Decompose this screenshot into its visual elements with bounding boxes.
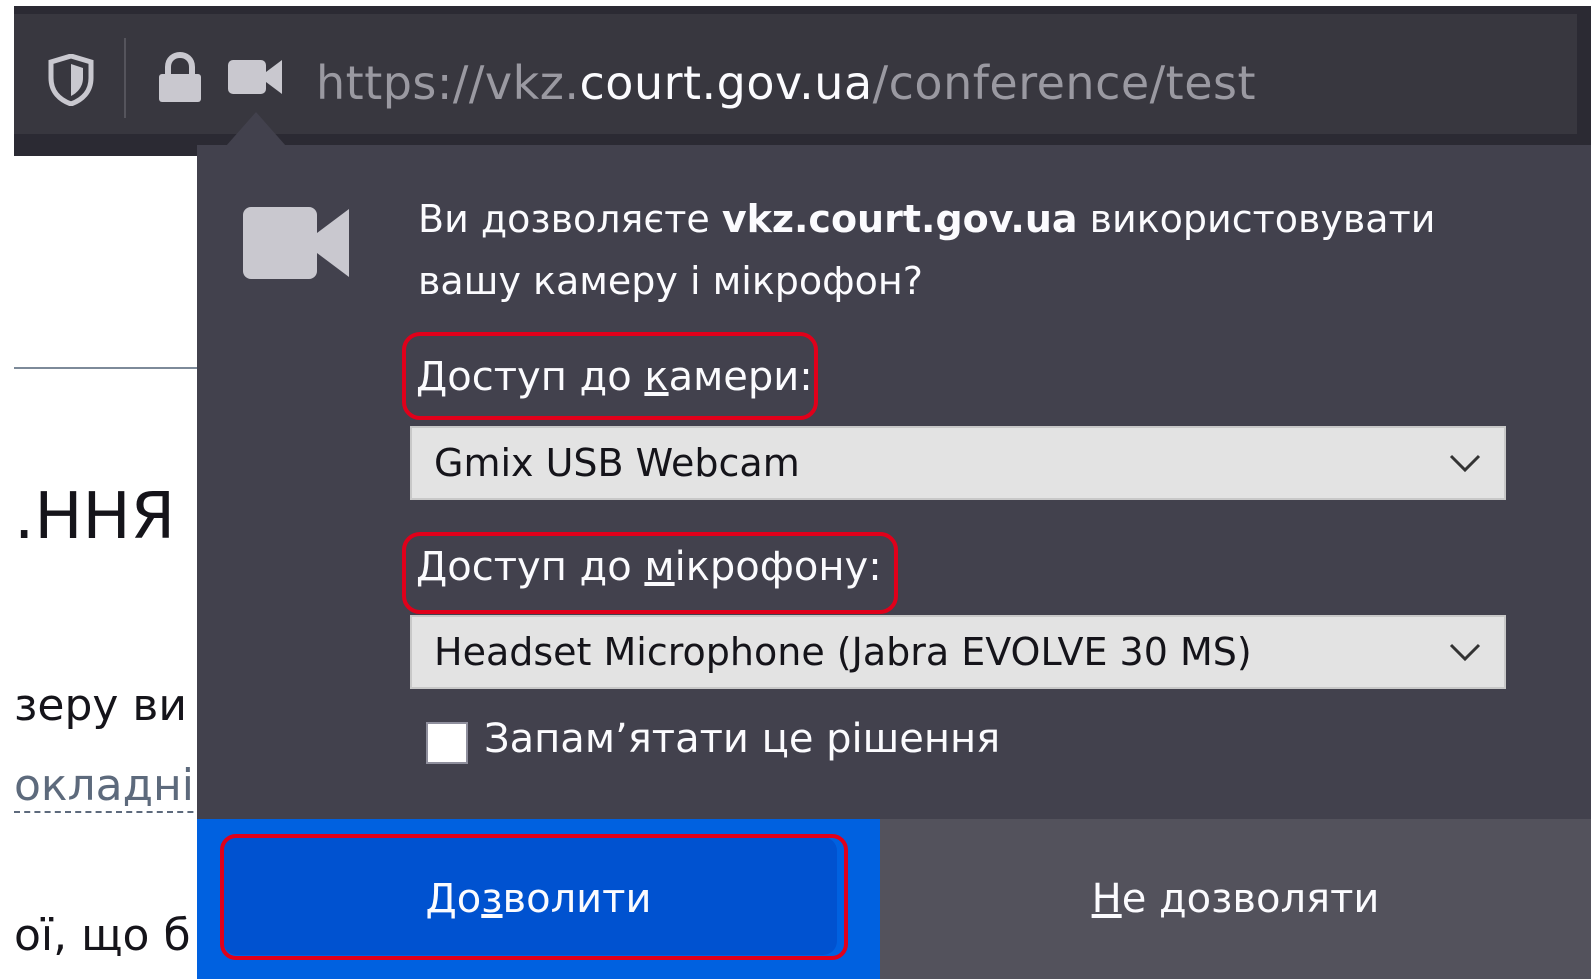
shield-icon[interactable] [48,54,94,106]
permission-message: Ви дозволяєте vkz.court.gov.ua використо… [418,197,1436,303]
url-text[interactable]: https://vkz.court.gov.ua/conference/test [316,48,1256,118]
page-link[interactable]: окладніц [14,760,197,813]
deny-button[interactable]: Не дозволяти [880,819,1591,979]
camera-select-value: Gmix USB Webcam [434,441,800,485]
camera-label-highlight [402,332,818,420]
page-text: зеру ви [14,680,187,731]
toolbar-separator [124,38,126,118]
remember-label[interactable]: Запам’ятати це рішення [484,716,1000,762]
page-divider [14,367,197,369]
chevron-down-icon [1449,454,1481,473]
camera-permission-icon[interactable] [228,56,284,98]
camera-select[interactable]: Gmix USB Webcam [410,426,1506,500]
page-heading: .ННЯ [14,480,176,554]
panel-arrow [226,112,286,146]
remember-checkbox[interactable] [426,722,468,764]
page-text: ої, що б [14,910,191,961]
page-background: .ННЯ зеру ви окладніц ої, що б [0,156,197,979]
microphone-select[interactable]: Headset Microphone (Jabra EVOLVE 30 MS) [410,615,1506,689]
lock-icon[interactable] [156,52,204,104]
microphone-select-value: Headset Microphone (Jabra EVOLVE 30 MS) [434,630,1252,674]
chevron-down-icon [1449,643,1481,662]
allow-button-highlight [220,834,848,960]
camera-icon [243,207,349,279]
microphone-label-highlight [402,532,898,614]
